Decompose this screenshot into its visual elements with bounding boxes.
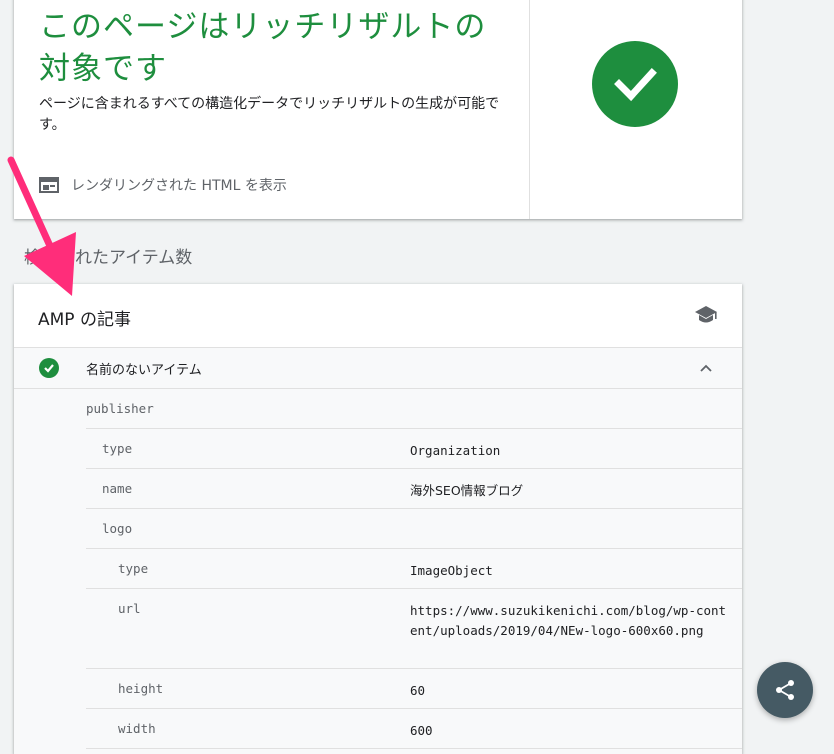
eligibility-card: このページはリッチリザルトの対象です ページに含まれるすべての構造化データでリッ…	[14, 0, 742, 219]
property-key: url	[118, 601, 141, 616]
card-divider	[529, 0, 530, 219]
property-row: publisher	[86, 389, 742, 429]
view-rendered-html-link[interactable]: レンダリングされた HTML を表示	[39, 175, 287, 195]
property-row: name 海外SEO情報ブログ	[86, 469, 742, 509]
item-name: 名前のないアイテム	[86, 363, 202, 378]
property-row: type Organization	[86, 429, 742, 469]
property-key: publisher	[86, 401, 154, 416]
property-value: 60	[410, 683, 426, 698]
property-value: https://www.suzukikenichi.com/blog/wp-co…	[410, 603, 727, 638]
check-circle-icon	[39, 358, 59, 378]
property-value: 海外SEO情報ブログ	[410, 483, 524, 498]
eligibility-summary: このページはリッチリザルトの対象です ページに含まれるすべての構造化データでリッ…	[14, 0, 529, 219]
amp-article-card: AMP の記事 名前のないアイテム publisher type Organiz…	[14, 284, 742, 754]
property-value: ImageObject	[410, 563, 493, 578]
item-row[interactable]: 名前のないアイテム	[14, 348, 742, 389]
share-icon	[776, 680, 794, 700]
detected-items-heading: 検出されたアイテム数	[24, 248, 193, 268]
property-value: 600	[410, 723, 433, 738]
property-key: width	[118, 721, 156, 736]
eligibility-title: このページはリッチリザルトの対象です	[39, 9, 487, 87]
property-value: Organization	[410, 443, 501, 458]
check-circle-icon	[592, 41, 678, 127]
property-row: url https://www.suzukikenichi.com/blog/w…	[86, 589, 742, 669]
property-row: height 60	[86, 669, 742, 709]
chevron-up-icon[interactable]	[698, 360, 714, 376]
property-key: name	[102, 481, 133, 496]
share-button[interactable]	[757, 662, 813, 718]
properties-table: publisher type Organization name 海外SEO情報…	[14, 389, 742, 754]
amp-card-header: AMP の記事	[14, 284, 742, 348]
amp-card-title: AMP の記事	[38, 310, 131, 330]
property-row: logo	[86, 509, 742, 549]
property-row: width 600	[86, 709, 742, 749]
view-rendered-html-label: レンダリングされた HTML を表示	[71, 178, 287, 194]
property-key: logo	[102, 521, 133, 536]
html-window-icon	[39, 177, 59, 193]
property-key: type	[118, 561, 149, 576]
property-key: type	[102, 441, 133, 456]
property-key: height	[118, 681, 164, 696]
property-row: type ImageObject	[86, 549, 742, 589]
eligibility-description: ページに含まれるすべての構造化データでリッチリザルトの生成が可能です。	[39, 96, 500, 133]
school-cap-icon	[695, 306, 717, 323]
